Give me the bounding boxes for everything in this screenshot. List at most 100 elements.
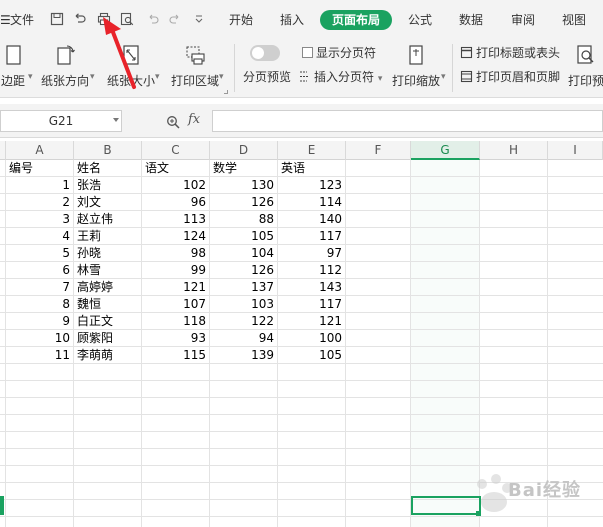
cell-name[interactable]: 林雪 xyxy=(74,262,141,279)
print-titles-button[interactable]: 打印标题或表头 xyxy=(460,44,560,62)
cell-name[interactable]: 白正文 xyxy=(74,313,141,330)
tab-view[interactable]: 视图 xyxy=(562,10,586,30)
cell-chinese[interactable]: 113 xyxy=(142,211,209,228)
header-cell[interactable]: 英语 xyxy=(278,160,345,177)
cell-english[interactable]: 117 xyxy=(278,228,345,245)
cell-english[interactable]: 105 xyxy=(278,347,345,364)
print-area-dropdown-icon[interactable]: ▾ xyxy=(219,68,224,86)
column-header-a[interactable]: A xyxy=(6,141,74,160)
paper-size-dropdown-icon[interactable]: ▾ xyxy=(155,68,160,86)
cell-id[interactable]: 1 xyxy=(6,177,73,194)
cell-name[interactable]: 赵立伟 xyxy=(74,211,141,228)
header-footer-button[interactable]: 打印页眉和页脚 xyxy=(460,68,560,86)
print-scale-button[interactable]: 打印缩放 xyxy=(390,44,442,89)
print-preview-icon[interactable] xyxy=(120,12,134,26)
redo-icon[interactable] xyxy=(168,12,182,26)
header-cell[interactable]: 语文 xyxy=(142,160,209,177)
cell-id[interactable]: 8 xyxy=(6,296,73,313)
save-icon[interactable] xyxy=(50,12,64,26)
cell-math[interactable]: 126 xyxy=(210,194,277,211)
zoom-icon[interactable] xyxy=(166,115,180,129)
cell-id[interactable]: 6 xyxy=(6,262,73,279)
cell-id[interactable]: 10 xyxy=(6,330,73,347)
cell-id[interactable]: 7 xyxy=(6,279,73,296)
cell-name[interactable]: 顾紫阳 xyxy=(74,330,141,347)
column-header-b[interactable]: B xyxy=(74,141,142,160)
column-header-h[interactable]: H xyxy=(480,141,548,160)
cell-name[interactable]: 孙晓 xyxy=(74,245,141,262)
cell-id[interactable]: 5 xyxy=(6,245,73,262)
column-header-d[interactable]: D xyxy=(210,141,278,160)
tab-home[interactable]: 开始 xyxy=(229,10,253,30)
cell-english[interactable]: 123 xyxy=(278,177,345,194)
customize-quick-access-icon[interactable] xyxy=(192,12,206,26)
cell-english[interactable]: 100 xyxy=(278,330,345,347)
column-header-f[interactable]: F xyxy=(346,141,411,160)
header-cell[interactable]: 姓名 xyxy=(74,160,141,177)
header-cell[interactable]: 数学 xyxy=(210,160,277,177)
tab-page-layout[interactable]: 页面布局 xyxy=(320,10,393,30)
column-header-i[interactable]: I xyxy=(548,141,603,160)
cell-math[interactable]: 105 xyxy=(210,228,277,245)
name-box[interactable]: G21 xyxy=(0,110,122,132)
file-menu[interactable]: 文件 xyxy=(10,10,34,30)
formula-input[interactable] xyxy=(212,110,603,132)
insert-function-button[interactable]: fx xyxy=(188,112,200,127)
cell-english[interactable]: 143 xyxy=(278,279,345,296)
name-box-dropdown-icon[interactable] xyxy=(113,118,119,122)
cell-chinese[interactable]: 124 xyxy=(142,228,209,245)
print-area-button[interactable]: 打印区域 xyxy=(170,44,220,89)
cell-chinese[interactable]: 115 xyxy=(142,347,209,364)
cell-name[interactable]: 刘文 xyxy=(74,194,141,211)
cell-name[interactable]: 张浩 xyxy=(74,177,141,194)
cell-chinese[interactable]: 102 xyxy=(142,177,209,194)
cell-english[interactable]: 114 xyxy=(278,194,345,211)
cell-id[interactable]: 2 xyxy=(6,194,73,211)
cell-math[interactable]: 122 xyxy=(210,313,277,330)
dialog-launcher-icon[interactable] xyxy=(224,90,228,94)
cell-math[interactable]: 94 xyxy=(210,330,277,347)
cell-math[interactable]: 104 xyxy=(210,245,277,262)
cell-chinese[interactable]: 107 xyxy=(142,296,209,313)
cell-english[interactable]: 112 xyxy=(278,262,345,279)
cell-math[interactable]: 88 xyxy=(210,211,277,228)
tab-data[interactable]: 数据 xyxy=(459,10,483,30)
cell-chinese[interactable]: 96 xyxy=(142,194,209,211)
cell-id[interactable]: 3 xyxy=(6,211,73,228)
cell-english[interactable]: 140 xyxy=(278,211,345,228)
cell-chinese[interactable]: 98 xyxy=(142,245,209,262)
cell-name[interactable]: 高婷婷 xyxy=(74,279,141,296)
undo-history-icon[interactable] xyxy=(73,12,87,26)
cell-english[interactable]: 121 xyxy=(278,313,345,330)
cell-english[interactable]: 117 xyxy=(278,296,345,313)
cell-math[interactable]: 126 xyxy=(210,262,277,279)
cell-name[interactable]: 王莉 xyxy=(74,228,141,245)
cell-id[interactable]: 11 xyxy=(6,347,73,364)
undo-icon[interactable] xyxy=(146,12,160,26)
cell-name[interactable]: 李萌萌 xyxy=(74,347,141,364)
cell-chinese[interactable]: 118 xyxy=(142,313,209,330)
page-break-preview-toggle[interactable] xyxy=(250,45,280,61)
cell-math[interactable]: 103 xyxy=(210,296,277,313)
tab-insert[interactable]: 插入 xyxy=(280,10,304,30)
cell-name[interactable]: 魏恒 xyxy=(74,296,141,313)
insert-page-break-button[interactable]: 插入分页符 ▾ xyxy=(298,68,382,86)
cell-math[interactable]: 137 xyxy=(210,279,277,296)
page-break-preview-label[interactable]: 分页预览 xyxy=(243,68,291,86)
column-header-e[interactable]: E xyxy=(278,141,346,160)
print-icon[interactable] xyxy=(97,12,111,26)
header-cell[interactable]: 编号 xyxy=(6,160,73,177)
show-page-breaks-checkbox[interactable]: 显示分页符 xyxy=(302,44,376,62)
cell-id[interactable]: 9 xyxy=(6,313,73,330)
column-header-g[interactable]: G xyxy=(411,141,480,160)
cell-math[interactable]: 130 xyxy=(210,177,277,194)
cell-english[interactable]: 97 xyxy=(278,245,345,262)
print-scale-dropdown-icon[interactable]: ▾ xyxy=(441,68,446,86)
cell-chinese[interactable]: 93 xyxy=(142,330,209,347)
orientation-dropdown-icon[interactable]: ▾ xyxy=(90,68,95,86)
column-header-c[interactable]: C xyxy=(142,141,210,160)
paper-size-button[interactable]: 纸张大小 xyxy=(106,44,156,89)
margins-dropdown-icon[interactable]: ▾ xyxy=(28,68,33,86)
margins-button[interactable]: 边距 xyxy=(0,44,30,89)
cell-chinese[interactable]: 121 xyxy=(142,279,209,296)
